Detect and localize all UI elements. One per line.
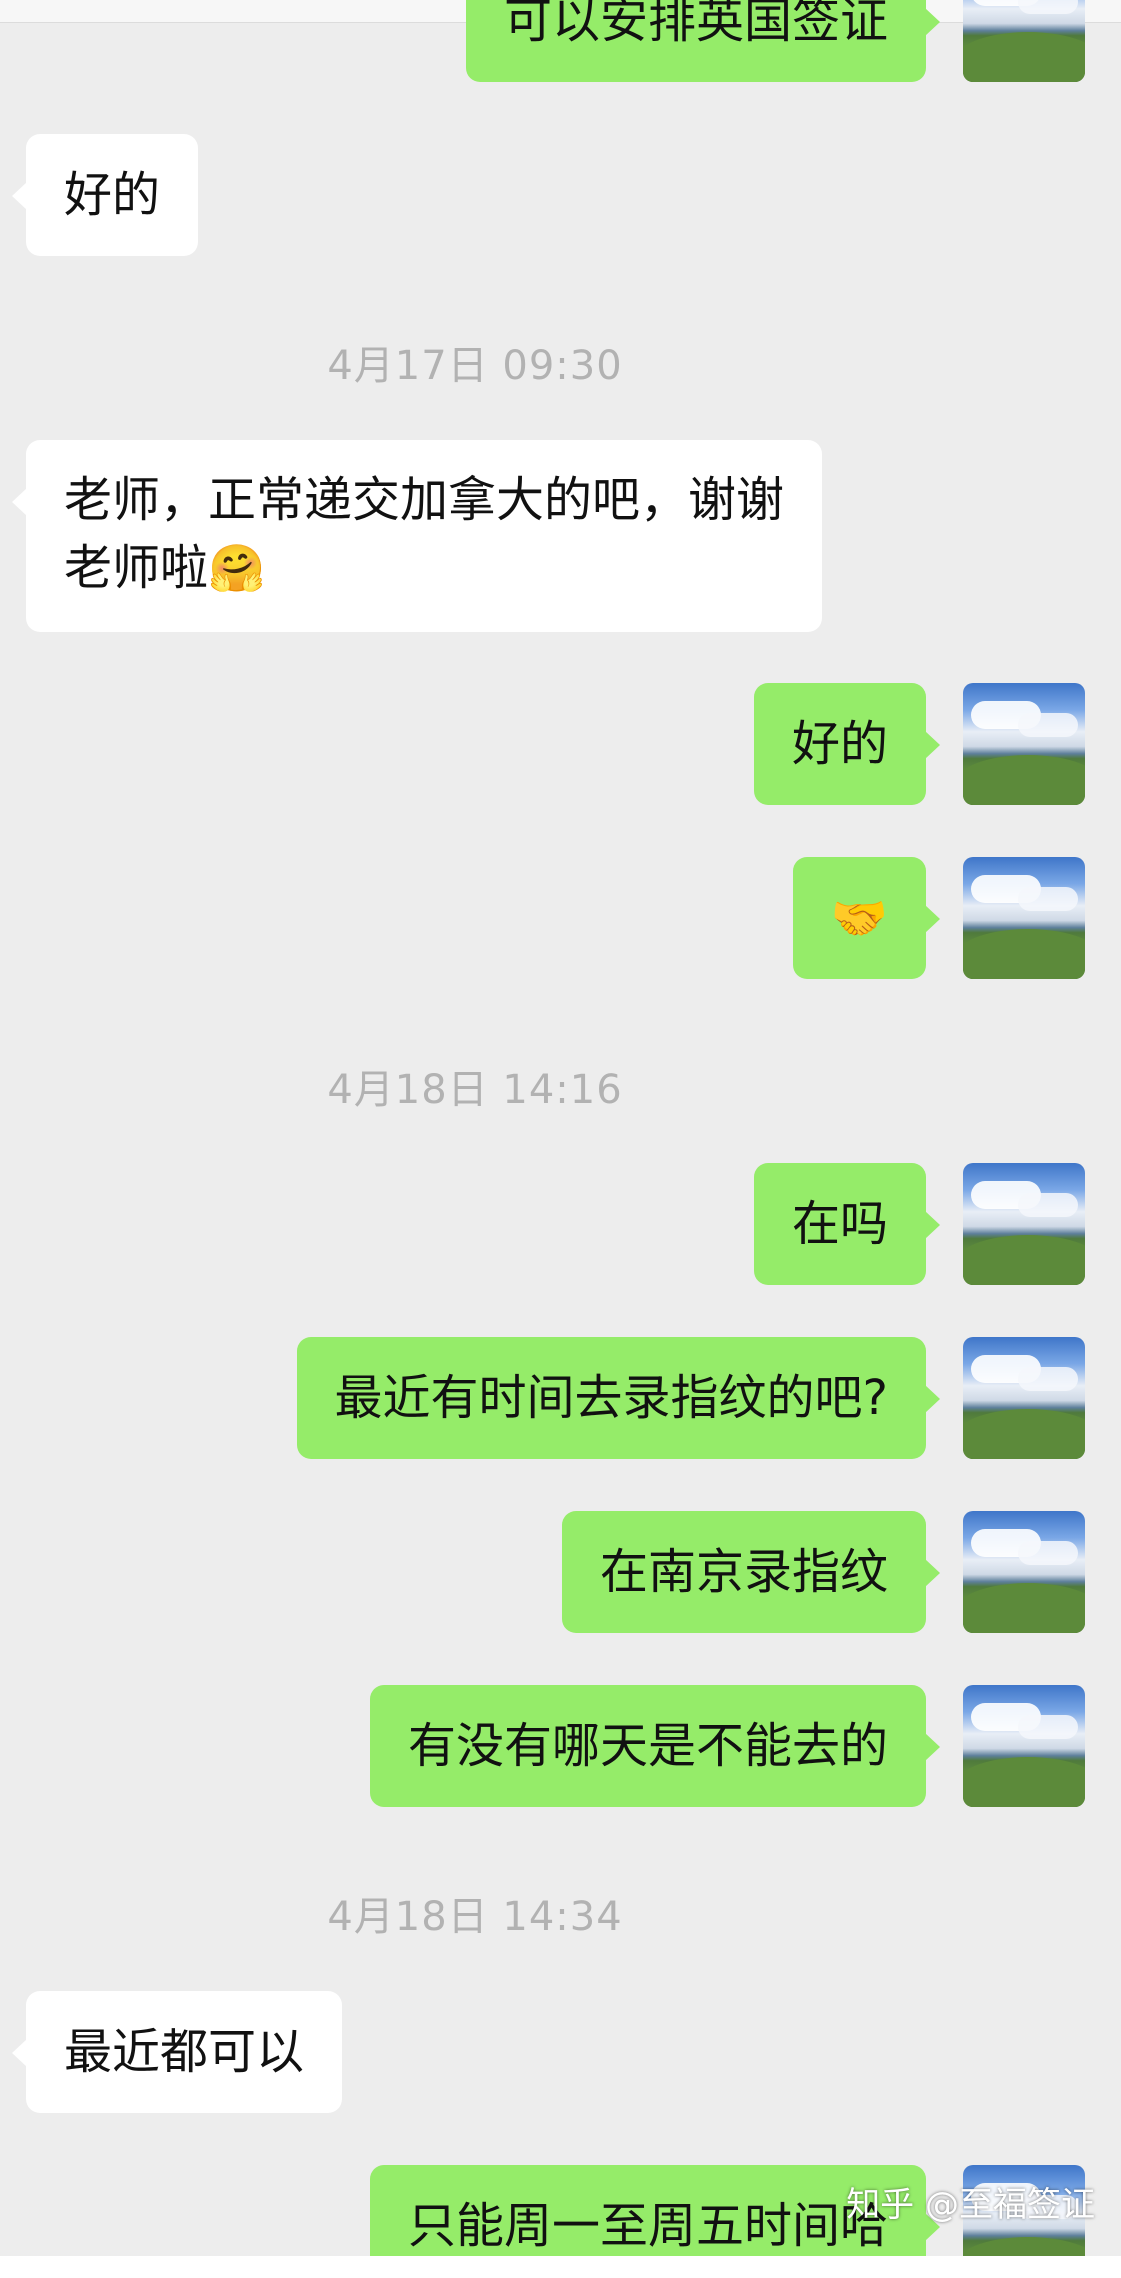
message-text-line2: 老师啦 [64,540,209,596]
message-text: 最近有时间去录指纹的吧? [334,1370,888,1426]
message-text: 有没有哪天是不能去的 [407,1718,888,1774]
message-text: 在南京录指纹 [599,1544,888,1600]
message-text: 最近都可以 [64,2024,305,2080]
message-bubble-sent[interactable]: 可以安排英国签证 [465,0,941,82]
message-text: 在吗 [791,1196,888,1252]
timestamp: 4月18日 14:34 [327,1894,623,1940]
message-bubble-sent[interactable]: 在南京录指纹 [561,1511,941,1633]
timestamp: 4月17日 09:30 [327,343,623,389]
message-bubble-sent[interactable]: 🤝 [792,857,941,979]
message-bubble-sent[interactable]: 在吗 [753,1163,941,1285]
message-text: 可以安排英国签证 [503,0,888,49]
user-avatar[interactable] [963,683,1085,805]
message-bubble-sent[interactable]: 最近有时间去录指纹的吧? [296,1337,941,1459]
user-avatar[interactable] [963,1163,1085,1285]
message-bubble-received[interactable]: 老师，正常递交加拿大的吧，谢谢 老师啦🤗 [11,440,823,632]
user-avatar[interactable] [963,1511,1085,1633]
chat-scroll-area[interactable]: 可以安排英国签证 好的 4月17日 09:30 老师，正常递交加拿大的吧，谢谢 … [0,0,1121,2256]
user-avatar[interactable] [963,0,1085,82]
message-bubble-sent[interactable]: 好的 [753,683,941,805]
hugging-face-emoji-icon: 🤗 [208,541,266,595]
message-bubble-received[interactable]: 最近都可以 [11,1991,343,2113]
message-bubble-received[interactable]: 好的 [11,134,199,256]
message-text: 好的 [64,167,161,223]
timestamp: 4月18日 14:16 [327,1067,623,1113]
user-avatar[interactable] [963,1337,1085,1459]
user-avatar[interactable] [963,857,1085,979]
user-avatar[interactable] [963,1685,1085,1807]
message-bubble-sent[interactable]: 有没有哪天是不能去的 [369,1685,941,1807]
message-text: 只能周一至周五时间哈 [407,2198,888,2254]
message-text: 好的 [791,716,888,772]
handshake-emoji-icon: 🤝 [830,891,888,945]
bottom-bar [0,2256,1121,2278]
message-text-line1: 老师，正常递交加拿大的吧，谢谢 [64,472,785,528]
watermark: 知乎 @至福签证 [846,2185,1095,2225]
message-bubble-sent[interactable]: 只能周一至周五时间哈 [369,2165,941,2256]
